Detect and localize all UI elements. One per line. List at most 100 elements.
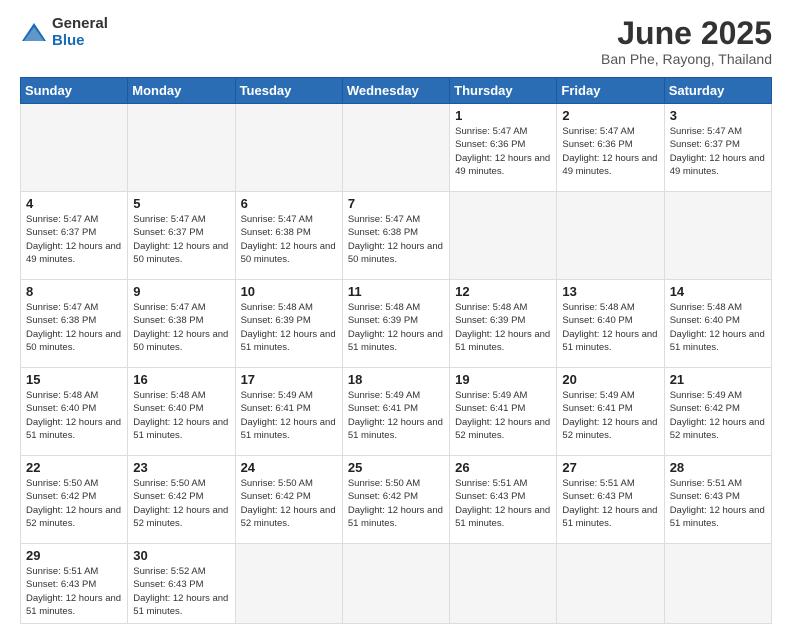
- daylight: Daylight: 12 hours and 51 minutes.: [241, 416, 337, 443]
- daylight: Daylight: 12 hours and 51 minutes.: [455, 504, 551, 531]
- daylight: Daylight: 12 hours and 49 minutes.: [670, 152, 766, 179]
- sunrise: Sunrise: 5:50 AM: [26, 477, 122, 490]
- day-number: 10: [241, 284, 337, 299]
- calendar-cell: 9Sunrise: 5:47 AMSunset: 6:38 PMDaylight…: [128, 280, 235, 368]
- day-number: 24: [241, 460, 337, 475]
- sunset: Sunset: 6:37 PM: [26, 226, 122, 239]
- sunset: Sunset: 6:42 PM: [133, 490, 229, 503]
- daylight: Daylight: 12 hours and 51 minutes.: [26, 416, 122, 443]
- sunrise: Sunrise: 5:51 AM: [455, 477, 551, 490]
- calendar-cell: 28Sunrise: 5:51 AMSunset: 6:43 PMDayligh…: [664, 456, 771, 544]
- sunset: Sunset: 6:39 PM: [241, 314, 337, 327]
- day-info: Sunrise: 5:51 AMSunset: 6:43 PMDaylight:…: [670, 477, 766, 530]
- daylight: Daylight: 12 hours and 49 minutes.: [455, 152, 551, 179]
- sunset: Sunset: 6:42 PM: [348, 490, 444, 503]
- calendar-cell: 13Sunrise: 5:48 AMSunset: 6:40 PMDayligh…: [557, 280, 664, 368]
- calendar-cell: 22 Sunrise: 5:50 AMSunset: 6:42 PMDayligh…: [21, 456, 128, 544]
- day-number: 6: [241, 196, 337, 211]
- sunrise: Sunrise: 5:48 AM: [133, 389, 229, 402]
- calendar-cell: [450, 192, 557, 280]
- daylight: Daylight: 12 hours and 50 minutes.: [348, 240, 444, 267]
- calendar-cell: [342, 104, 449, 192]
- logo-text: General Blue: [52, 16, 108, 49]
- sunset: Sunset: 6:40 PM: [133, 402, 229, 415]
- calendar-cell: 6 Sunrise: 5:47 AMSunset: 6:38 PMDaylight…: [235, 192, 342, 280]
- sunrise: Sunrise: 5:47 AM: [241, 213, 337, 226]
- weekday-wednesday: Wednesday: [342, 78, 449, 104]
- day-number: 22: [26, 460, 122, 475]
- daylight: Daylight: 12 hours and 50 minutes.: [241, 240, 337, 267]
- day-number: 17: [241, 372, 337, 387]
- day-info: Sunrise: 5:47 AMSunset: 6:38 PMDaylight:…: [348, 213, 444, 266]
- sunset: Sunset: 6:39 PM: [348, 314, 444, 327]
- daylight: Daylight: 12 hours and 51 minutes.: [562, 504, 658, 531]
- calendar-cell: 17Sunrise: 5:49 AMSunset: 6:41 PMDayligh…: [235, 368, 342, 456]
- sunset: Sunset: 6:38 PM: [241, 226, 337, 239]
- sunrise: Sunrise: 5:48 AM: [670, 301, 766, 314]
- day-info: Sunrise: 5:47 AMSunset: 6:38 PMDaylight:…: [241, 213, 337, 266]
- sunrise: Sunrise: 5:51 AM: [562, 477, 658, 490]
- daylight: Daylight: 12 hours and 51 minutes.: [133, 592, 229, 619]
- day-number: 25: [348, 460, 444, 475]
- sunset: Sunset: 6:42 PM: [241, 490, 337, 503]
- day-number: 3: [670, 108, 766, 123]
- daylight: Daylight: 12 hours and 51 minutes.: [26, 592, 122, 619]
- sunset: Sunset: 6:38 PM: [26, 314, 122, 327]
- calendar-cell: 14Sunrise: 5:48 AMSunset: 6:40 PMDayligh…: [664, 280, 771, 368]
- day-info: Sunrise: 5:47 AMSunset: 6:38 PMDaylight:…: [133, 301, 229, 354]
- day-info: Sunrise: 5:47 AMSunset: 6:37 PMDaylight:…: [26, 213, 122, 266]
- sunset: Sunset: 6:42 PM: [26, 490, 122, 503]
- daylight: Daylight: 12 hours and 51 minutes.: [670, 328, 766, 355]
- calendar-cell: 27Sunrise: 5:51 AMSunset: 6:43 PMDayligh…: [557, 456, 664, 544]
- day-info: Sunrise: 5:48 AMSunset: 6:40 PMDaylight:…: [26, 389, 122, 442]
- sunrise: Sunrise: 5:47 AM: [133, 213, 229, 226]
- calendar-cell: 2Sunrise: 5:47 AMSunset: 6:36 PMDaylight…: [557, 104, 664, 192]
- logo-general: General: [52, 16, 108, 33]
- daylight: Daylight: 12 hours and 52 minutes.: [670, 416, 766, 443]
- daylight: Daylight: 12 hours and 51 minutes.: [241, 328, 337, 355]
- title-block: June 2025 Ban Phe, Rayong, Thailand: [601, 16, 772, 67]
- calendar-cell: [21, 104, 128, 192]
- logo-icon: [20, 19, 48, 47]
- sunrise: Sunrise: 5:52 AM: [133, 565, 229, 578]
- sunrise: Sunrise: 5:48 AM: [562, 301, 658, 314]
- calendar-cell: [235, 104, 342, 192]
- day-info: Sunrise: 5:49 AMSunset: 6:42 PMDaylight:…: [670, 389, 766, 442]
- sunrise: Sunrise: 5:50 AM: [133, 477, 229, 490]
- sunrise: Sunrise: 5:49 AM: [562, 389, 658, 402]
- day-info: Sunrise: 5:52 AMSunset: 6:43 PMDaylight:…: [133, 565, 229, 618]
- calendar-table: SundayMondayTuesdayWednesdayThursdayFrid…: [20, 77, 772, 624]
- daylight: Daylight: 12 hours and 50 minutes.: [133, 240, 229, 267]
- day-number: 20: [562, 372, 658, 387]
- sunrise: Sunrise: 5:48 AM: [455, 301, 551, 314]
- daylight: Daylight: 12 hours and 51 minutes.: [670, 504, 766, 531]
- sunrise: Sunrise: 5:49 AM: [241, 389, 337, 402]
- daylight: Daylight: 12 hours and 49 minutes.: [26, 240, 122, 267]
- sunrise: Sunrise: 5:47 AM: [26, 213, 122, 226]
- logo-blue: Blue: [52, 33, 108, 50]
- day-info: Sunrise: 5:47 AMSunset: 6:37 PMDaylight:…: [670, 125, 766, 178]
- day-info: Sunrise: 5:48 AMSunset: 6:40 PMDaylight:…: [133, 389, 229, 442]
- calendar-cell: 4Sunrise: 5:47 AMSunset: 6:37 PMDaylight…: [21, 192, 128, 280]
- sunrise: Sunrise: 5:47 AM: [133, 301, 229, 314]
- day-info: Sunrise: 5:47 AMSunset: 6:36 PMDaylight:…: [455, 125, 551, 178]
- day-info: Sunrise: 5:51 AMSunset: 6:43 PMDaylight:…: [562, 477, 658, 530]
- day-number: 13: [562, 284, 658, 299]
- day-number: 18: [348, 372, 444, 387]
- page-header: General Blue June 2025 Ban Phe, Rayong, …: [20, 16, 772, 67]
- daylight: Daylight: 12 hours and 51 minutes.: [455, 328, 551, 355]
- day-info: Sunrise: 5:50 AMSunset: 6:42 PMDaylight:…: [26, 477, 122, 530]
- day-number: 5: [133, 196, 229, 211]
- calendar-page: General Blue June 2025 Ban Phe, Rayong, …: [0, 0, 792, 612]
- sunset: Sunset: 6:43 PM: [670, 490, 766, 503]
- sunset: Sunset: 6:37 PM: [133, 226, 229, 239]
- daylight: Daylight: 12 hours and 51 minutes.: [348, 416, 444, 443]
- daylight: Daylight: 12 hours and 49 minutes.: [562, 152, 658, 179]
- sunrise: Sunrise: 5:47 AM: [348, 213, 444, 226]
- daylight: Daylight: 12 hours and 52 minutes.: [455, 416, 551, 443]
- sunset: Sunset: 6:43 PM: [455, 490, 551, 503]
- daylight: Daylight: 12 hours and 51 minutes.: [348, 328, 444, 355]
- weekday-sunday: Sunday: [21, 78, 128, 104]
- daylight: Daylight: 12 hours and 50 minutes.: [133, 328, 229, 355]
- sunset: Sunset: 6:40 PM: [562, 314, 658, 327]
